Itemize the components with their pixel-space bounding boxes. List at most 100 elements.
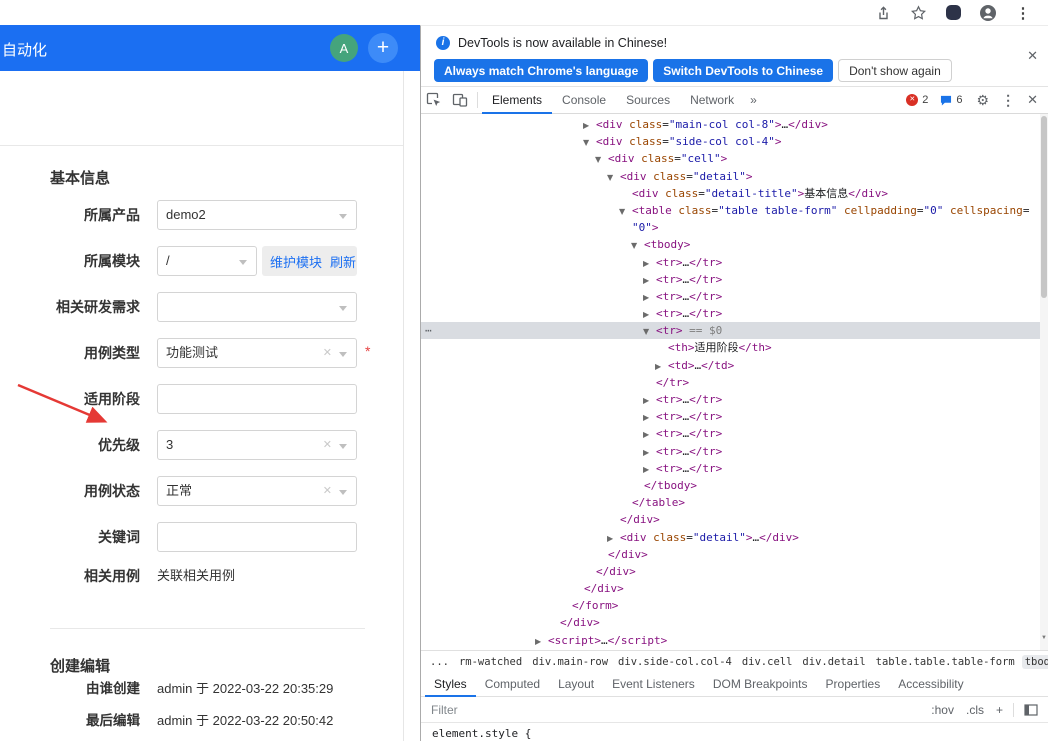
scroll-down-icon[interactable]: ▼ bbox=[1040, 635, 1048, 641]
tree-node[interactable]: "0"> bbox=[421, 219, 1040, 236]
kebab-menu-icon[interactable]: ⋮ bbox=[1001, 92, 1015, 109]
crumb-item[interactable]: rm-watched bbox=[456, 655, 525, 669]
tab-elements[interactable]: Elements bbox=[482, 87, 552, 114]
expand-arrow-icon[interactable]: ▶ bbox=[643, 444, 656, 461]
tree-node[interactable]: <div class="detail-title">基本信息</div> bbox=[421, 185, 1040, 202]
menu-icon[interactable]: ⋮ bbox=[1014, 4, 1032, 22]
expand-arrow-icon[interactable]: ▶ bbox=[643, 272, 656, 289]
tree-node[interactable]: ▶ <div class="main-col col-8">…</div> bbox=[421, 116, 1040, 133]
scrollbar[interactable]: ▼ bbox=[1040, 114, 1048, 650]
clear-icon[interactable]: ✕ bbox=[323, 339, 332, 367]
share-icon[interactable] bbox=[874, 4, 892, 22]
clear-icon[interactable]: ✕ bbox=[323, 431, 332, 459]
tree-node[interactable]: ▶ <tr>…</tr> bbox=[421, 271, 1040, 288]
more-tabs-icon[interactable]: » bbox=[744, 87, 763, 113]
tree-node-selected[interactable]: ▼ <tr> == $0 ⋯ bbox=[421, 322, 1040, 340]
tree-node[interactable]: </div> bbox=[421, 580, 1040, 597]
expand-arrow-icon[interactable]: ▶ bbox=[607, 530, 620, 547]
tab-console[interactable]: Console bbox=[552, 87, 616, 114]
expand-arrow-icon[interactable]: ▶ bbox=[643, 392, 656, 409]
crumb-item[interactable]: table.table.table-form bbox=[873, 655, 1018, 669]
maintain-module-link[interactable]: 维护模块 bbox=[270, 252, 322, 271]
case-type-select[interactable]: 功能测试 ✕ bbox=[157, 338, 357, 368]
dont-show-again-button[interactable]: Don't show again bbox=[838, 59, 952, 82]
crumb-item[interactable]: div.main-row bbox=[529, 655, 611, 669]
tab-layout[interactable]: Layout bbox=[549, 673, 603, 697]
expand-arrow-icon[interactable]: ▶ bbox=[643, 306, 656, 323]
tree-node[interactable]: </tbody> bbox=[421, 477, 1040, 494]
tree-node[interactable]: ▼ <div class="detail"> bbox=[421, 168, 1040, 185]
tree-node[interactable]: ▶ <tr>…</tr> bbox=[421, 425, 1040, 442]
tab-event-listeners[interactable]: Event Listeners bbox=[603, 673, 704, 697]
tree-node[interactable]: ▶ <div class="detail">…</div> bbox=[421, 529, 1040, 546]
tree-node[interactable]: ▶ <tr>…</tr> bbox=[421, 443, 1040, 460]
expand-arrow-icon[interactable]: ▶ bbox=[643, 255, 656, 272]
tree-node[interactable]: <th>适用阶段</th> bbox=[421, 339, 1040, 356]
profile-icon[interactable] bbox=[979, 4, 997, 22]
related-cases-link[interactable]: 关联相关用例 bbox=[157, 561, 235, 591]
expand-arrow-icon[interactable]: ▶ bbox=[583, 117, 596, 134]
extension-icon[interactable] bbox=[944, 4, 962, 22]
tree-node[interactable]: ▼ <div class="side-col col-4"> bbox=[421, 133, 1040, 150]
collapse-arrow-icon[interactable]: ▼ bbox=[631, 237, 644, 254]
collapse-arrow-icon[interactable]: ▼ bbox=[583, 134, 596, 151]
styles-filter-input[interactable] bbox=[431, 702, 932, 717]
collapse-arrow-icon[interactable]: ▼ bbox=[607, 169, 620, 186]
priority-select[interactable]: 3 ✕ bbox=[157, 430, 357, 460]
tab-network[interactable]: Network bbox=[680, 87, 744, 114]
device-toolbar-icon[interactable] bbox=[447, 87, 473, 113]
expand-arrow-icon[interactable]: ▶ bbox=[643, 426, 656, 443]
module-select[interactable]: / bbox=[157, 246, 257, 276]
tree-node[interactable]: ▶ <tr>…</tr> bbox=[421, 305, 1040, 322]
tree-node[interactable]: ▼ <table class="table table-form" cellpad… bbox=[421, 202, 1040, 219]
tree-node[interactable]: </tr> bbox=[421, 374, 1040, 391]
expand-arrow-icon[interactable]: ▶ bbox=[643, 289, 656, 306]
tree-node[interactable]: ▶ <tr>…</tr> bbox=[421, 408, 1040, 425]
tree-node[interactable]: ▼ <tbody> bbox=[421, 236, 1040, 253]
crumb-item[interactable]: div.side-col.col-4 bbox=[615, 655, 735, 669]
toggle-class[interactable]: .cls bbox=[966, 703, 984, 717]
stage-input[interactable] bbox=[157, 384, 357, 414]
tree-node[interactable]: ▶ <tr>…</tr> bbox=[421, 460, 1040, 477]
expand-arrow-icon[interactable]: ▶ bbox=[643, 461, 656, 478]
tab-sources[interactable]: Sources bbox=[616, 87, 680, 114]
tree-node[interactable]: </div> bbox=[421, 563, 1040, 580]
issues-badge[interactable]: 6 bbox=[940, 94, 963, 106]
collapse-arrow-icon[interactable]: ▼ bbox=[643, 323, 656, 340]
tab-computed[interactable]: Computed bbox=[476, 673, 549, 697]
tree-node[interactable]: ▶ <td>…</td> bbox=[421, 357, 1040, 374]
crumb-item[interactable]: div.cell bbox=[739, 655, 796, 669]
star-icon[interactable] bbox=[909, 4, 927, 22]
tree-node[interactable]: ▶ <tr>…</tr> bbox=[421, 288, 1040, 305]
tree-node[interactable]: ▶ <tr>…</tr> bbox=[421, 391, 1040, 408]
tree-node[interactable]: </table> bbox=[421, 494, 1040, 511]
product-select[interactable]: demo2 bbox=[157, 200, 357, 230]
error-badge[interactable]: ✕ 2 bbox=[906, 94, 928, 106]
tree-node[interactable]: ▶ <tr>…</tr> bbox=[421, 254, 1040, 271]
tree-node[interactable]: </div> bbox=[421, 511, 1040, 528]
switch-chinese-button[interactable]: Switch DevTools to Chinese bbox=[653, 59, 834, 82]
collapse-arrow-icon[interactable]: ▼ bbox=[619, 203, 632, 220]
inspect-element-icon[interactable] bbox=[421, 87, 447, 113]
tab-properties[interactable]: Properties bbox=[817, 673, 890, 697]
close-icon[interactable]: ✕ bbox=[1027, 92, 1038, 108]
tree-node[interactable]: </form> bbox=[421, 597, 1040, 614]
keywords-input[interactable] bbox=[157, 522, 357, 552]
clear-icon[interactable]: ✕ bbox=[323, 477, 332, 505]
avatar[interactable]: A bbox=[330, 34, 358, 62]
tab-styles[interactable]: Styles bbox=[425, 673, 476, 697]
tree-node[interactable]: </div> bbox=[421, 614, 1040, 631]
tree-node[interactable]: </div> bbox=[421, 546, 1040, 563]
gear-icon[interactable]: ⚙ bbox=[977, 92, 990, 109]
refresh-link[interactable]: 刷新 bbox=[330, 252, 356, 271]
tree-node[interactable]: ▼ <div class="cell"> bbox=[421, 150, 1040, 167]
status-select[interactable]: 正常 ✕ bbox=[157, 476, 357, 506]
expand-arrow-icon[interactable]: ▶ bbox=[655, 358, 668, 375]
sidebar-panel-icon[interactable] bbox=[1024, 703, 1038, 716]
crumb-item[interactable]: ... bbox=[427, 655, 452, 669]
tab-accessibility[interactable]: Accessibility bbox=[889, 673, 972, 697]
crumb-item[interactable]: tbody bbox=[1021, 655, 1048, 669]
tree-node[interactable]: ▶ <script>…</script> bbox=[421, 632, 1040, 649]
toggle-element-state[interactable]: :hov bbox=[931, 703, 954, 717]
expand-arrow-icon[interactable]: ▶ bbox=[535, 633, 548, 650]
